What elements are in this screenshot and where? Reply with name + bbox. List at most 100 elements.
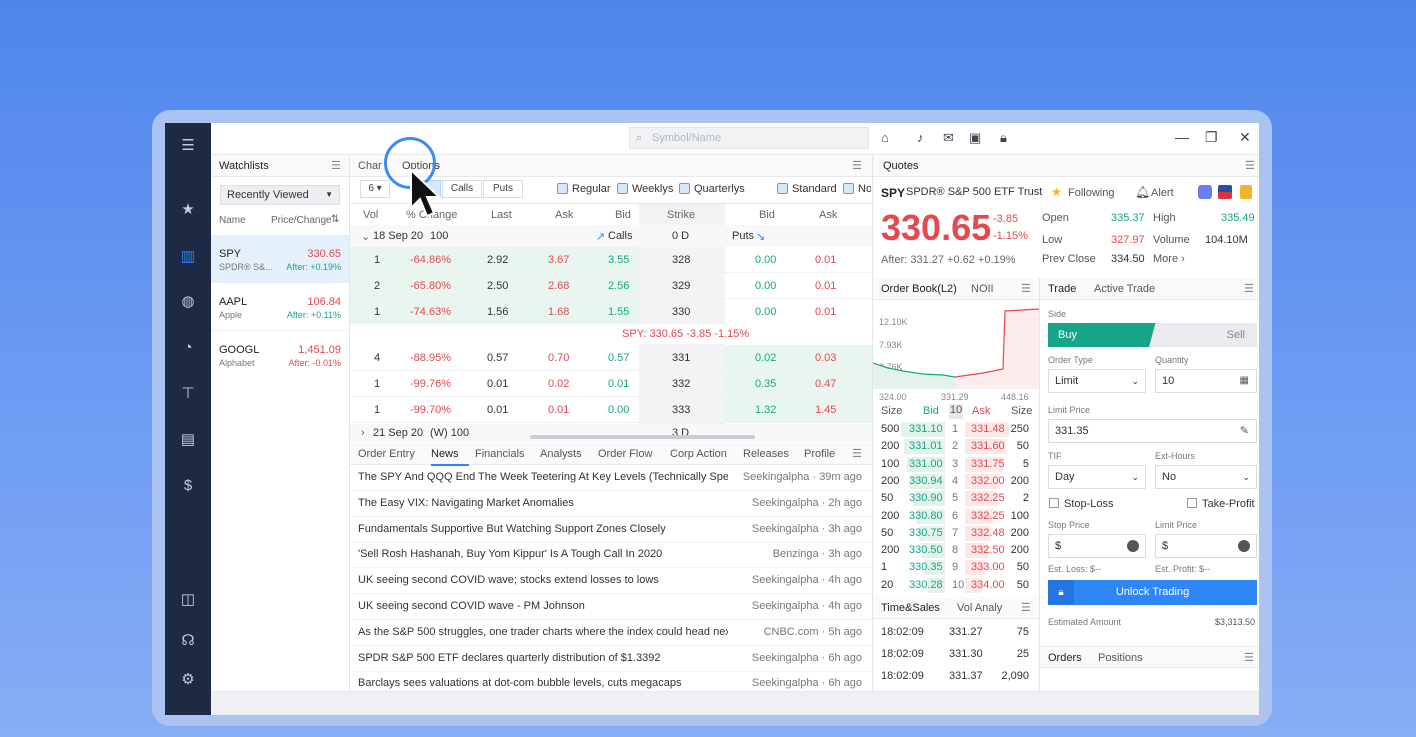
following-button[interactable]: Following <box>1068 187 1114 199</box>
tab-analysts[interactable]: Analysts <box>540 448 582 460</box>
orderbook-row[interactable]: 200 330.50 8 332.50 200 <box>873 542 1039 559</box>
sort-icon[interactable]: ⇅ <box>331 214 339 225</box>
news-item[interactable]: UK seeing second COVID wave - PM Johnson… <box>350 594 872 620</box>
orderbook-row[interactable]: 200 330.94 4 332.00 200 <box>873 473 1039 490</box>
news-item[interactable]: Fundamentals Supportive But Watching Sup… <box>350 517 872 543</box>
headset-icon[interactable]: ☊ <box>177 630 199 652</box>
bid-cell[interactable]: 3.55 <box>608 254 629 266</box>
bid-cell[interactable]: 1.55 <box>608 306 629 318</box>
filter-nonstandard[interactable]: No <box>843 183 871 195</box>
tif-select[interactable]: Day ⌄ <box>1048 465 1146 489</box>
calls-button[interactable]: Calls <box>442 180 482 198</box>
news-item[interactable]: SPDR S&P 500 ETF declares quarterly dist… <box>350 646 872 672</box>
orderbook-row[interactable]: 50 330.75 7 332.48 200 <box>873 525 1039 542</box>
news-item[interactable]: The SPY And QQQ End The Week Teetering A… <box>350 465 872 491</box>
limit-price-input[interactable]: 331.35 ✎ <box>1048 419 1257 443</box>
box-icon[interactable]: ▣ <box>969 130 981 146</box>
restore-button[interactable]: ❐ <box>1205 129 1218 146</box>
sell-button[interactable]: Sell <box>1149 323 1257 347</box>
tab-trade[interactable]: Trade <box>1048 283 1076 295</box>
put-bid-cell[interactable]: 0.00 <box>755 306 776 318</box>
unlock-trading-button[interactable]: 🔒︎ Unlock Trading <box>1048 580 1257 605</box>
home-icon[interactable]: ⌂ <box>881 130 889 145</box>
horizontal-scrollbar[interactable] <box>530 435 755 439</box>
star-icon[interactable]: ★ <box>177 199 199 221</box>
watchlist-item-spy[interactable]: SPY 330.65 SPDR® S&... After: +0.19% <box>211 235 349 283</box>
watchlist-menu-icon[interactable]: ☰ <box>331 159 341 172</box>
put-ask-cell[interactable]: 1.45 <box>815 404 836 416</box>
orderbook-row[interactable]: 1 330.35 9 333.00 50 <box>873 559 1039 576</box>
calculator-icon[interactable]: ▦ <box>1240 370 1249 392</box>
tab-active-trade[interactable]: Active Trade <box>1094 283 1155 295</box>
minimize-button[interactable]: — <box>1175 129 1189 145</box>
option-chain-row[interactable]: 1 -64.86% 2.92 3.67 3.55 328 0.00 0.01 <box>350 247 872 273</box>
search-input[interactable]: ⌕ Symbol/Name <box>629 127 869 149</box>
tab-releases[interactable]: Releases <box>743 448 789 460</box>
filter-standard[interactable]: Standard <box>777 183 837 195</box>
put-bid-cell[interactable]: 0.35 <box>755 378 776 390</box>
tab-watchlists[interactable]: Watchlists <box>219 160 269 172</box>
put-ask-cell[interactable]: 0.01 <box>815 280 836 292</box>
bid-cell[interactable]: 0.00 <box>608 404 629 416</box>
news-item[interactable]: As the S&P 500 struggles, one trader cha… <box>350 620 872 646</box>
options-menu-icon[interactable]: ☰ <box>852 159 862 172</box>
expiry-row[interactable]: ⌄ 18 Sep 20 100 ↗ Calls 0 D Puts ↘ <box>350 225 872 247</box>
wallet-icon[interactable]: ▤ <box>177 429 199 451</box>
tab-corp-action[interactable]: Corp Action <box>670 448 727 460</box>
tab-profile[interactable]: Profile <box>804 448 835 460</box>
watchlist-dropdown[interactable]: Recently Viewed ▼ <box>220 185 340 205</box>
order-type-select[interactable]: Limit ⌄ <box>1048 369 1146 393</box>
filter-regular[interactable]: Regular <box>557 183 611 195</box>
orderbook-row[interactable]: 20 330.28 10 334.00 50 <box>873 577 1039 594</box>
alert-bell-icon[interactable]: 🔔︎ <box>1135 185 1150 199</box>
bid-cell[interactable]: 0.01 <box>608 378 629 390</box>
tab-financials[interactable]: Financials <box>475 448 525 460</box>
put-ask-cell[interactable]: 0.03 <box>815 352 836 364</box>
ask-cell[interactable]: 2.68 <box>548 280 569 292</box>
tab-order-flow[interactable]: Order Flow <box>598 448 652 460</box>
quotes-menu-icon[interactable]: ☰ <box>1245 159 1255 172</box>
tab-news[interactable]: News <box>431 448 459 460</box>
strike-count-select[interactable]: 6 ▾ <box>360 180 390 198</box>
option-chain-row[interactable]: 4 -88.95% 0.57 0.70 0.57 331 0.02 0.03 <box>350 345 872 371</box>
dollar-icon[interactable]: $ <box>177 475 199 497</box>
expiry-row-2[interactable]: › 21 Sep 20 (W) 100 3 D <box>350 424 872 442</box>
book-icon[interactable]: ◫ <box>177 589 199 611</box>
globe-icon[interactable]: ◍ <box>177 291 199 313</box>
tab-noii[interactable]: NOII <box>971 283 994 295</box>
close-button[interactable]: ✕ <box>1239 129 1251 146</box>
settings-gear-icon[interactable]: ⚙ <box>177 669 199 691</box>
tab-vol-analysis[interactable]: Vol Analy <box>957 602 1002 614</box>
ask-cell[interactable]: 0.02 <box>548 378 569 390</box>
option-chain-row[interactable]: 1 -99.70% 0.01 0.01 0.00 333 1.32 1.45 <box>350 397 872 423</box>
watchlist-item-googl[interactable]: GOOGL 1,451.09 Alphabet After: -0.01% <box>211 331 349 379</box>
bell-icon[interactable]: ♪ <box>917 130 924 145</box>
option-chain-row[interactable]: 1 -99.76% 0.01 0.02 0.01 332 0.35 0.47 <box>350 371 872 397</box>
tab-positions[interactable]: Positions <box>1098 652 1143 664</box>
tab-order-book[interactable]: Order Book(L2) <box>881 283 957 295</box>
chart-icon[interactable]: ▥ <box>177 246 199 268</box>
timesales-menu-icon[interactable]: ☰ <box>1021 601 1031 614</box>
orderbook-row[interactable]: 200 331.01 2 331.60 50 <box>873 438 1039 455</box>
bid-cell[interactable]: 2.56 <box>608 280 629 292</box>
news-menu-icon[interactable]: ☰ <box>852 447 862 460</box>
put-ask-cell[interactable]: 0.47 <box>815 378 836 390</box>
analysis-icon[interactable]: ◔ <box>177 337 199 359</box>
put-bid-cell[interactable]: 0.00 <box>755 254 776 266</box>
ask-cell[interactable]: 0.70 <box>548 352 569 364</box>
puts-button[interactable]: Puts <box>483 180 523 198</box>
quantity-input[interactable]: 10 ▦ <box>1155 369 1257 393</box>
limit-price-2-input[interactable]: $ <box>1155 534 1257 558</box>
tab-time-sales[interactable]: Time&Sales <box>881 602 940 614</box>
tab-quotes[interactable]: Quotes <box>883 160 918 172</box>
orderbook-row[interactable]: 100 331.00 3 331.75 5 <box>873 456 1039 473</box>
put-bid-cell[interactable]: 0.00 <box>755 280 776 292</box>
bid-cell[interactable]: 0.57 <box>608 352 629 364</box>
orderbook-menu-icon[interactable]: ☰ <box>1021 282 1031 295</box>
put-ask-cell[interactable]: 0.01 <box>815 306 836 318</box>
chart-mini-icon[interactable] <box>1198 185 1212 199</box>
filter-weeklys[interactable]: Weeklys <box>617 183 673 195</box>
tab-order-entry[interactable]: Order Entry <box>358 448 415 460</box>
lock-icon[interactable]: 🔒︎ <box>1000 130 1007 146</box>
put-bid-cell[interactable]: 0.02 <box>755 352 776 364</box>
